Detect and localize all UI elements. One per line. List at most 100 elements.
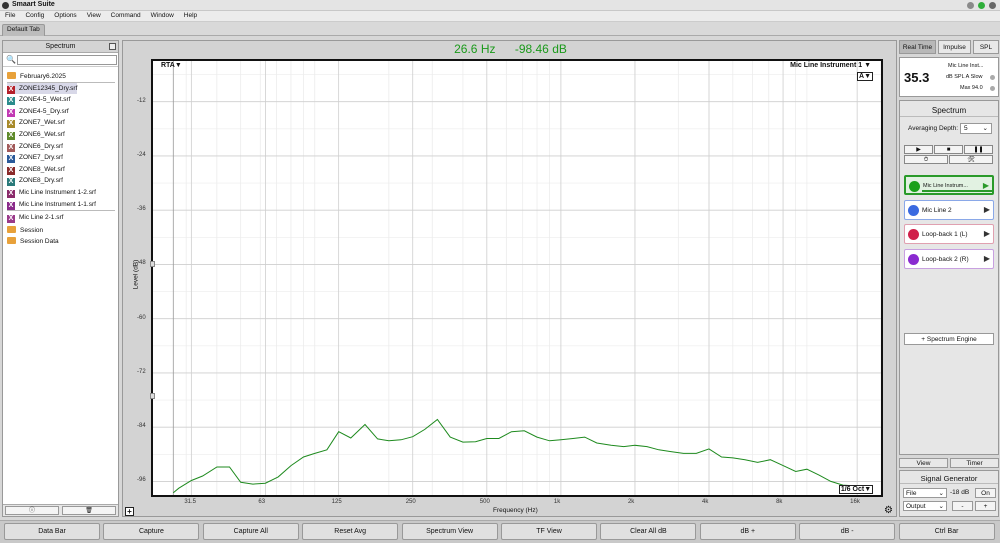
tree-file[interactable]: X ZONE4-5_Wet.srf <box>7 94 71 106</box>
toolbar-button-reset-avg[interactable]: Reset Avg <box>302 523 399 540</box>
tab-bar: Default Tab <box>0 22 1000 36</box>
toolbar-button-capture-all[interactable]: Capture All <box>202 523 299 540</box>
measurement-item[interactable]: Loop-back 1 (L) ▶ <box>904 224 994 244</box>
menu-help[interactable]: Help <box>179 11 202 19</box>
toolbar-button-data-bar[interactable]: Data Bar <box>4 523 100 540</box>
rta-plot-svg <box>153 61 881 495</box>
minimize-icon[interactable] <box>967 2 974 9</box>
tree-file[interactable]: X ZONE8_Dry.srf <box>7 175 63 187</box>
measurement-arrow-icon[interactable]: ▶ <box>984 254 990 263</box>
search-input[interactable] <box>17 55 117 65</box>
tree-file[interactable]: X ZONE6_Dry.srf <box>7 141 63 152</box>
tab-default[interactable]: Default Tab <box>2 24 45 36</box>
x-tick-label: 16k <box>850 499 860 505</box>
menu-view[interactable]: View <box>82 11 106 19</box>
measurement-arrow-icon[interactable]: ▶ <box>983 181 989 190</box>
pause-icon: ❚❚ <box>973 147 984 153</box>
y-tick-label: -60 <box>137 314 146 321</box>
axis-range-handle[interactable] <box>150 261 155 268</box>
maximize-icon[interactable] <box>978 2 985 9</box>
toolbar-button-ctrl-bar[interactable]: Ctrl Bar <box>898 523 995 540</box>
tree-file[interactable]: X ZONE7_Wet.srf <box>7 117 65 129</box>
tree-file[interactable]: X ZONE8_Wet.srf <box>7 164 65 175</box>
rta-plot[interactable]: RTA▼ Mic Line Instrument 1 ▼ A▼ 1/6 Oct▼ <box>151 59 883 497</box>
measurement-color-dot[interactable] <box>909 181 920 192</box>
tab-impulse[interactable]: Impulse <box>938 40 971 54</box>
toolbar-button-tf-view[interactable]: TF View <box>501 523 597 540</box>
tree-file[interactable]: X ZONE6_Wet.srf <box>7 129 65 140</box>
tree-file[interactable]: X Mic Line 2-1.srf <box>7 212 64 224</box>
info-icon: ⓘ <box>28 508 35 514</box>
measurement-color-dot[interactable] <box>908 229 919 240</box>
octave-resolution-button[interactable]: 1/6 Oct▼ <box>839 485 873 494</box>
tab-spl[interactable]: SPL <box>973 40 999 54</box>
play-button[interactable]: ▶ <box>904 145 933 154</box>
file-browser-title: Spectrum <box>45 43 76 50</box>
plot-type-label[interactable]: RTA▼ <box>161 62 182 69</box>
measurement-item[interactable]: Mic Line 2 ▶ <box>904 199 994 220</box>
add-plot-button[interactable]: + <box>125 507 134 516</box>
plot-measurement-label[interactable]: Mic Line Instrument 1 ▼ <box>790 62 871 69</box>
file-browser-footer: ⓘ 🗑 <box>3 504 118 516</box>
measurement-item[interactable]: Loop-back 2 (R) ▶ <box>904 248 994 269</box>
add-spectrum-engine-button[interactable]: + Spectrum Engine <box>904 333 994 345</box>
spl-meter[interactable]: Mic Line Inst... 35.3 dB SPL A Slow Max … <box>899 57 999 97</box>
file-icon: X <box>7 108 15 117</box>
measurement-color-dot[interactable] <box>908 204 919 216</box>
tab-real-time[interactable]: Real Time <box>899 40 936 54</box>
tree-file[interactable]: X ZONE12345_Dry.srf <box>7 82 78 94</box>
menu-window[interactable]: Window <box>146 11 179 19</box>
folder-icon <box>7 237 16 245</box>
measurement-item[interactable]: Mic Line Instrum... ▶ <box>904 175 994 195</box>
timer-button[interactable]: ⏱ <box>904 155 948 164</box>
file-icon: X <box>7 215 15 224</box>
folder-icon <box>7 72 16 79</box>
signal-type-select[interactable]: File ⌄ <box>903 488 947 498</box>
measurement-arrow-icon[interactable]: ▶ <box>984 229 990 238</box>
signal-output-select[interactable]: Output ⌄ <box>903 501 947 511</box>
tools-button[interactable]: 🛠 <box>949 155 993 164</box>
signal-on-button[interactable]: On <box>975 488 996 498</box>
tree-file[interactable]: X Mic Line Instrument 1-1.srf <box>7 199 96 210</box>
toolbar-button-db[interactable]: dB + <box>699 523 796 540</box>
signal-level-up-button[interactable]: + <box>975 501 996 511</box>
delete-button[interactable]: 🗑 <box>62 506 116 515</box>
tree-folder[interactable]: February6.2025 <box>7 71 66 82</box>
pause-button[interactable]: ❚❚ <box>964 145 993 154</box>
tree-file[interactable]: X Mic Line Instrument 1-2.srf <box>7 187 96 198</box>
menu-config[interactable]: Config <box>20 11 49 19</box>
toolbar-button-db[interactable]: dB - <box>799 523 896 540</box>
tree-file[interactable]: X ZONE4-5_Dry.srf <box>7 106 69 117</box>
signal-level-down-button[interactable]: - <box>952 501 973 511</box>
tree-folder[interactable]: Session <box>7 225 43 236</box>
a-dropdown-icon: ▼ <box>864 73 871 80</box>
tree-item-label: ZONE8_Wet.srf <box>19 165 65 173</box>
menu-file[interactable]: File <box>0 11 20 19</box>
toolbar-button-spectrum-view[interactable]: Spectrum View <box>401 523 498 540</box>
stop-button[interactable]: ■ <box>934 145 963 154</box>
tab-timer[interactable]: Timer <box>950 458 999 468</box>
gear-icon[interactable]: ⚙ <box>884 505 893 516</box>
signal-level[interactable]: -18 dB <box>950 489 969 496</box>
axis-range-handle[interactable] <box>150 392 155 399</box>
tree-item-label: Session Data <box>20 238 59 246</box>
panel-menu-icon[interactable] <box>109 43 116 50</box>
menu-command[interactable]: Command <box>106 11 146 19</box>
tree-item-label: Mic Line 2-1.srf <box>19 214 64 222</box>
app-title: Smaart Suite <box>12 1 55 8</box>
tab-view[interactable]: View <box>899 458 948 468</box>
measurement-arrow-icon[interactable]: ▶ <box>984 205 990 214</box>
tree-file[interactable]: X ZONE7_Dry.srf <box>7 152 63 164</box>
chevron-down-icon: ⌄ <box>938 503 944 510</box>
plot-frame: 26.6 Hz -98.46 dB Level (dB) -12 -24 -36 -4… <box>122 40 897 517</box>
a-weighting-button[interactable]: A▼ <box>857 72 873 81</box>
menu-options[interactable]: Options <box>49 11 81 19</box>
close-icon[interactable] <box>989 2 996 9</box>
spl-mode-indicator <box>990 75 995 80</box>
toolbar-button-clear-all-db[interactable]: Clear All dB <box>600 523 697 540</box>
info-button[interactable]: ⓘ <box>5 506 59 515</box>
toolbar-button-capture[interactable]: Capture <box>103 523 200 540</box>
averaging-select[interactable]: 5 ⌄ <box>960 123 992 134</box>
measurement-color-dot[interactable] <box>908 253 919 265</box>
tree-folder[interactable]: Session Data <box>7 236 59 247</box>
